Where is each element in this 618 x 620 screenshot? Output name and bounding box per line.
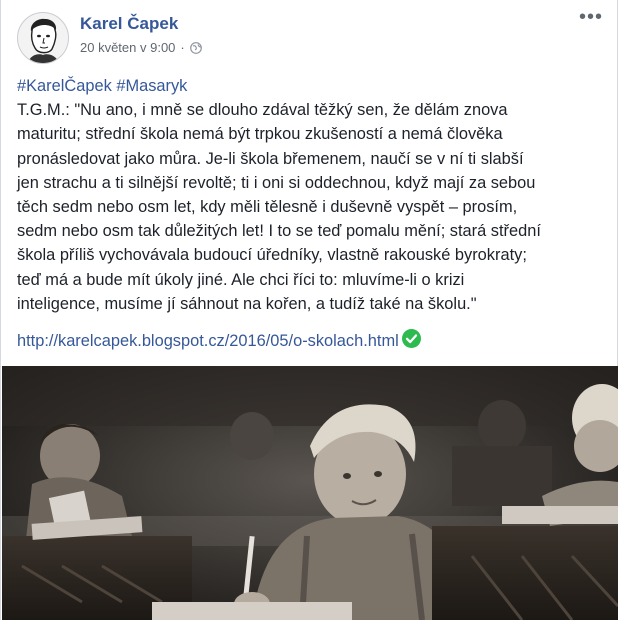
post-date[interactable]: 20 květen v 9:00 <box>80 40 175 55</box>
quote-line: inteligence, musíme jí sáhnout na kořen,… <box>17 294 477 313</box>
quote-line: škola příliš vychovávala budoucí úředník… <box>17 246 527 265</box>
post-header: Karel Čapek 20 květen v 9:00 · ••• <box>17 7 603 66</box>
globe-icon[interactable] <box>189 42 202 57</box>
quote-line: jen strachu a ti silnější revoltě; ti i … <box>17 173 536 192</box>
author-name[interactable]: Karel Čapek <box>80 14 178 34</box>
portrait-sketch-icon <box>28 18 59 63</box>
quote-line: těch sedm nebo osm let, kdy měli tělesně… <box>17 198 518 217</box>
quote-line: maturitu; střední škola nemá být trpkou … <box>17 125 503 144</box>
quote-line: sedm nebo osm tak důležitých let! I to s… <box>17 222 541 241</box>
post-photo[interactable] <box>2 366 618 620</box>
hashtags: #KarelČapek #Masaryk <box>17 74 603 98</box>
classroom-photo-illustration <box>2 366 618 620</box>
facebook-post: Karel Čapek 20 květen v 9:00 · ••• #Karel… <box>0 0 618 620</box>
more-options-icon[interactable]: ••• <box>579 7 603 30</box>
external-link[interactable]: http://karelcapek.blogspot.cz/2016/05/o-… <box>17 329 421 351</box>
check-circle-icon <box>401 329 421 348</box>
link-url[interactable]: http://karelcapek.blogspot.cz/2016/05/o-… <box>17 332 399 350</box>
post-text: #KarelČapek #Masaryk T.G.M.: "Nu ano, i … <box>17 74 603 316</box>
post-meta: 20 květen v 9:00 · <box>80 40 202 57</box>
hashtag-karelcapek[interactable]: #KarelČapek <box>17 77 112 95</box>
meta-separator: · <box>180 40 185 55</box>
quote-line: pronásledovat jako můra. Je-li škola bře… <box>17 149 524 168</box>
author-avatar[interactable] <box>17 12 69 64</box>
quote-line: T.G.M.: "Nu ano, i mně se dlouho zdával … <box>17 101 508 120</box>
hashtag-masaryk[interactable]: #Masaryk <box>116 77 187 95</box>
quote-line: teď má a bude mít úkoly jiné. Ale chci ř… <box>17 270 465 289</box>
